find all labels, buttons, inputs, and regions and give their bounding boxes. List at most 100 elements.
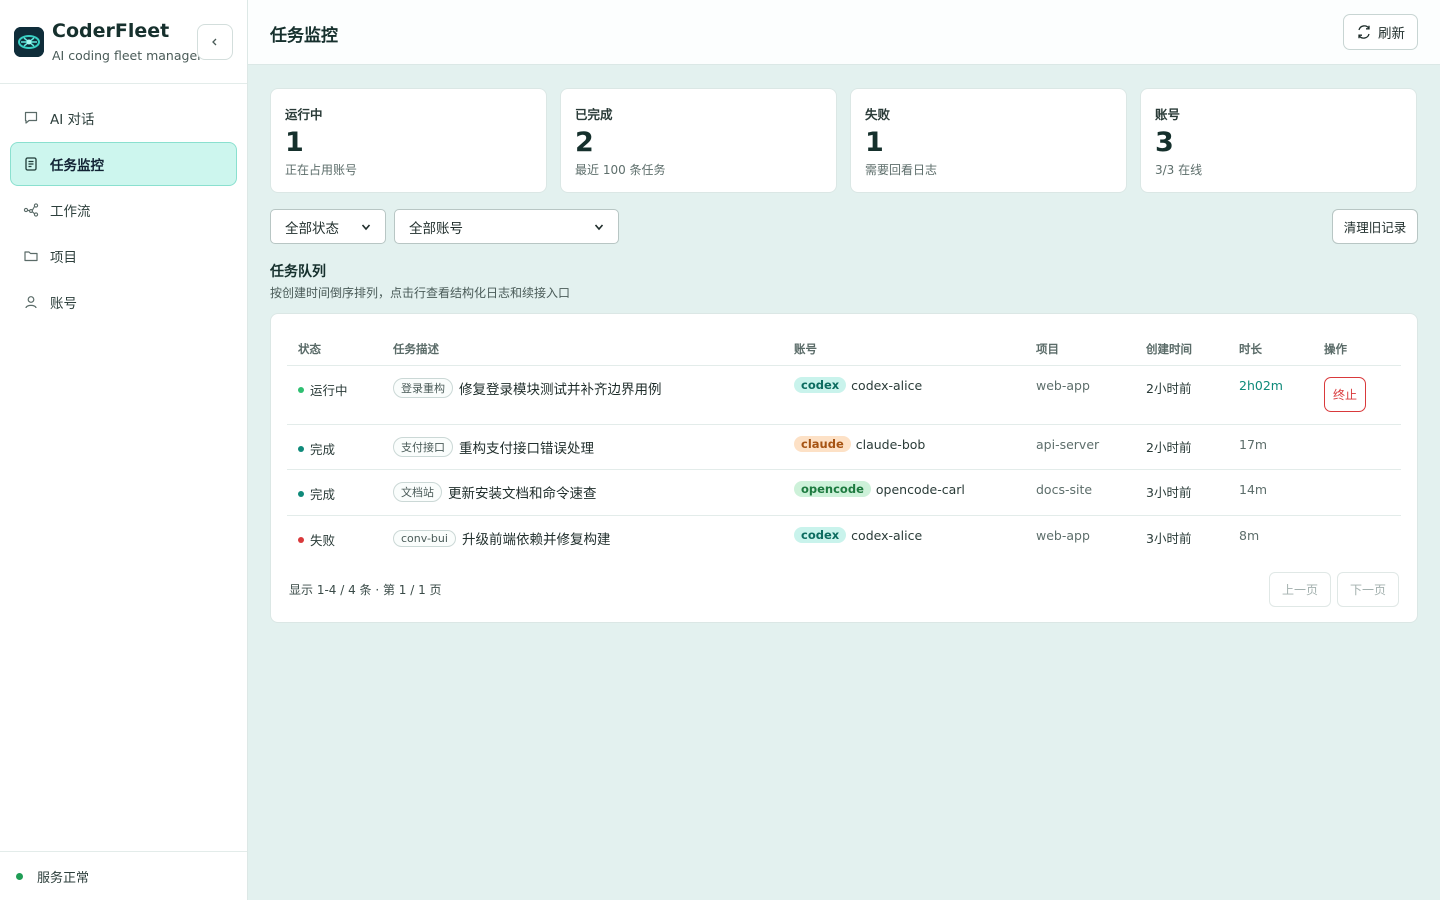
refresh-button[interactable]: 刷新 [1343,14,1418,50]
status-filter-value: 全部状态 [285,220,339,237]
sidebar-item-ai-chat[interactable]: AI 对话 [10,96,237,140]
sidebar-item-label: 项目 [50,250,77,266]
duration-cell: 14m [1239,482,1268,497]
status-dot-icon [298,490,304,497]
status-dot-icon [298,445,304,452]
agent-badge: codex [794,527,847,543]
status-cell: 失败 [298,530,335,549]
service-status-text: 服务正常 [37,870,90,886]
pagination-info: 显示 1-4 / 4 条 · 第 1 / 1 页 [289,583,442,597]
stat-card-running: 运行中 1 正在占用账号 [270,88,547,193]
sidebar-item-label: AI 对话 [50,112,95,128]
status-text: 失败 [310,533,336,548]
description-cell: conv-bui 升级前端依赖并修复构建 [393,528,610,548]
task-table-card: 状态 任务描述 账号 项目 创建时间 时长 操作 运行中 登录重构 修复登录模块… [270,313,1418,623]
sidebar-item-task-monitor[interactable]: 任务监控 [10,142,237,186]
prev-page-button[interactable]: 上一页 [1269,572,1331,607]
sidebar-item-label: 任务监控 [50,158,104,174]
stat-value: 1 [865,127,884,158]
sidebar-item-label: 工作流 [50,204,91,220]
coderfleet-logo-icon [14,27,44,57]
duration-cell: 8m [1239,528,1260,543]
status-cell: 完成 [298,484,335,503]
sidebar-item-label: 账号 [50,296,77,312]
column-header-account: 账号 [794,342,817,356]
next-page-button[interactable]: 下一页 [1337,572,1399,607]
task-description: 修复登录模块测试并补齐边界用例 [459,382,662,398]
task-description: 更新安装文档和命令速查 [448,486,597,502]
column-header-duration: 时长 [1239,342,1262,356]
account-name: codex-alice [851,527,923,543]
duration-cell: 2h02m [1239,378,1283,393]
action-cell: 终止 [1324,377,1366,412]
stat-value: 3 [1155,127,1174,158]
stat-label: 已完成 [575,107,613,122]
task-icon [25,157,37,171]
queue-subtitle: 按创建时间倒序排列，点击行查看结构化日志和续接入口 [270,286,571,300]
account-filter-select[interactable]: 全部账号 [394,209,619,244]
account-name: opencode-carl [875,481,965,497]
sidebar-item-projects[interactable]: 项目 [10,234,237,278]
chevron-down-icon [594,223,604,230]
status-cell: 完成 [298,439,335,458]
account-cell: codex codex-alice [794,377,922,393]
collapse-sidebar-button[interactable] [197,24,233,60]
account-name: claude-bob [855,436,926,452]
account-cell: claude claude-bob [794,436,925,452]
table-row[interactable]: 运行中 登录重构 修复登录模块测试并补齐边界用例 codex codex-ali… [287,366,1401,425]
stat-card-completed: 已完成 2 最近 100 条任务 [560,88,837,193]
column-header-project: 项目 [1036,342,1059,356]
stat-subtitle: 正在占用账号 [285,163,358,177]
table-header: 状态 任务描述 账号 项目 创建时间 时长 操作 [287,334,1401,366]
queue-title: 任务队列 [270,264,326,280]
agent-badge: opencode [794,481,871,497]
account-cell: opencode opencode-carl [794,481,965,497]
brand-name: CoderFleet [52,20,170,42]
status-filter-select[interactable]: 全部状态 [270,209,386,244]
stat-subtitle: 最近 100 条任务 [575,163,666,177]
duration-cell: 17m [1239,437,1268,452]
table-row[interactable]: 完成 支付接口 重构支付接口错误处理 claude claude-bob api… [287,425,1401,470]
project-cell: web-app [1036,528,1090,543]
top-bar: 任务监控 刷新 [248,0,1440,65]
task-tag: 支付接口 [393,437,453,457]
stat-value: 2 [575,127,594,158]
created-cell: 2小时前 [1146,440,1192,455]
refresh-icon [1358,25,1370,39]
project-cell: api-server [1036,437,1100,452]
account-cell: codex codex-alice [794,527,922,543]
stat-card-failed: 失败 1 需要回看日志 [850,88,1127,193]
table-row[interactable]: 失败 conv-bui 升级前端依赖并修复构建 codex codex-alic… [287,516,1401,562]
workflow-icon [23,203,39,217]
brand-subtitle: AI coding fleet manager [52,48,203,63]
stat-subtitle: 3/3 在线 [1155,163,1203,177]
column-header-action: 操作 [1324,342,1347,356]
stat-value: 1 [285,127,304,158]
clean-old-records-button[interactable]: 清理旧记录 [1332,209,1418,244]
sidebar-item-workflow[interactable]: 工作流 [10,188,237,232]
status-dot-icon [298,386,304,393]
chevron-left-icon [212,38,217,46]
sidebar-item-accounts[interactable]: 账号 [10,280,237,324]
chat-icon [24,111,38,124]
status-text: 完成 [310,487,336,502]
description-cell: 文档站 更新安装文档和命令速查 [393,482,597,502]
status-cell: 运行中 [298,380,348,399]
brand-header: CoderFleet AI coding fleet manager [0,0,247,84]
stat-label: 账号 [1155,107,1181,122]
stop-task-button[interactable]: 终止 [1324,377,1366,412]
folder-icon [24,251,38,262]
created-cell: 3小时前 [1146,485,1192,500]
status-dot-icon [16,872,23,880]
agent-badge: codex [794,377,847,393]
account-name: codex-alice [851,377,923,393]
project-cell: docs-site [1036,482,1093,497]
sidebar-nav: AI 对话 任务监控 工作流 项目 账号 [10,96,237,326]
project-cell: web-app [1036,378,1090,393]
table-row[interactable]: 完成 文档站 更新安装文档和命令速查 opencode opencode-car… [287,470,1401,516]
created-cell: 3小时前 [1146,531,1192,546]
task-tag: 登录重构 [393,378,453,398]
page-title: 任务监控 [270,26,338,46]
column-header-description: 任务描述 [393,342,439,356]
user-icon [25,296,37,309]
